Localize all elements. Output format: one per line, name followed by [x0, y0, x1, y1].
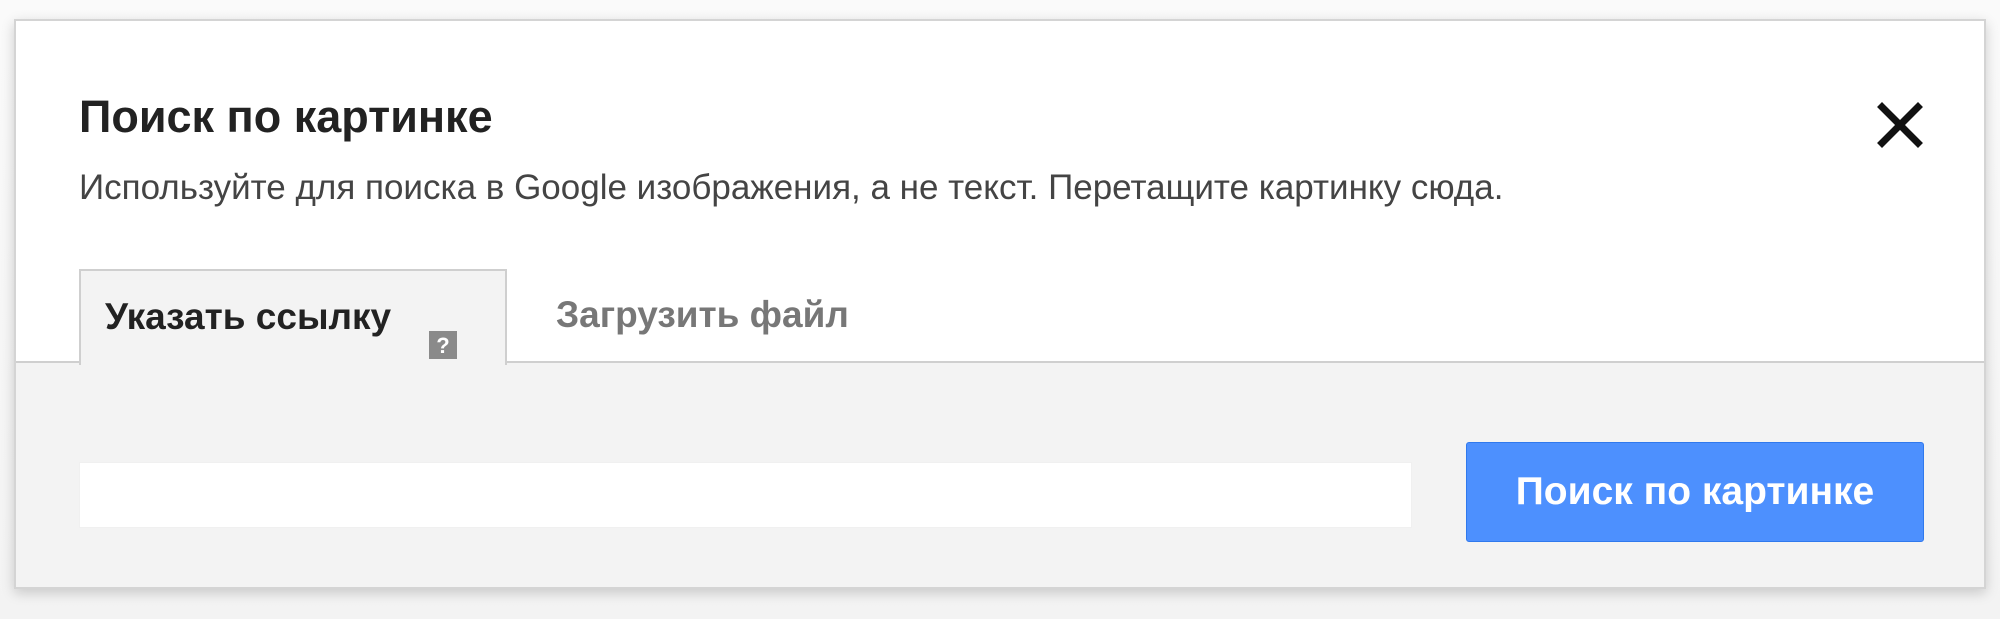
tab-label: Указать ссылку — [105, 296, 392, 337]
close-icon[interactable] — [1870, 95, 1930, 155]
tab-paste-url[interactable]: Указать ссылку ? — [79, 269, 507, 365]
search-by-image-dialog: Поиск по картинке Используйте для поиска… — [14, 19, 1986, 589]
dialog-description: Используйте для поиска в Google изображе… — [79, 168, 1504, 207]
tab-bar: Указать ссылку ? Загрузить файл — [16, 269, 1984, 365]
url-panel: Поиск по картинке — [16, 361, 1984, 587]
tab-label: Загрузить файл — [556, 294, 849, 335]
tab-upload-file[interactable]: Загрузить файл — [556, 269, 849, 363]
search-by-image-button[interactable]: Поиск по картинке — [1466, 442, 1924, 542]
page-background: Поиск по картинке Используйте для поиска… — [0, 0, 2000, 619]
help-icon[interactable]: ? — [429, 301, 458, 360]
image-url-input[interactable] — [79, 462, 1412, 528]
dialog-title: Поиск по картинке — [79, 91, 493, 142]
svg-text:?: ? — [437, 333, 450, 358]
